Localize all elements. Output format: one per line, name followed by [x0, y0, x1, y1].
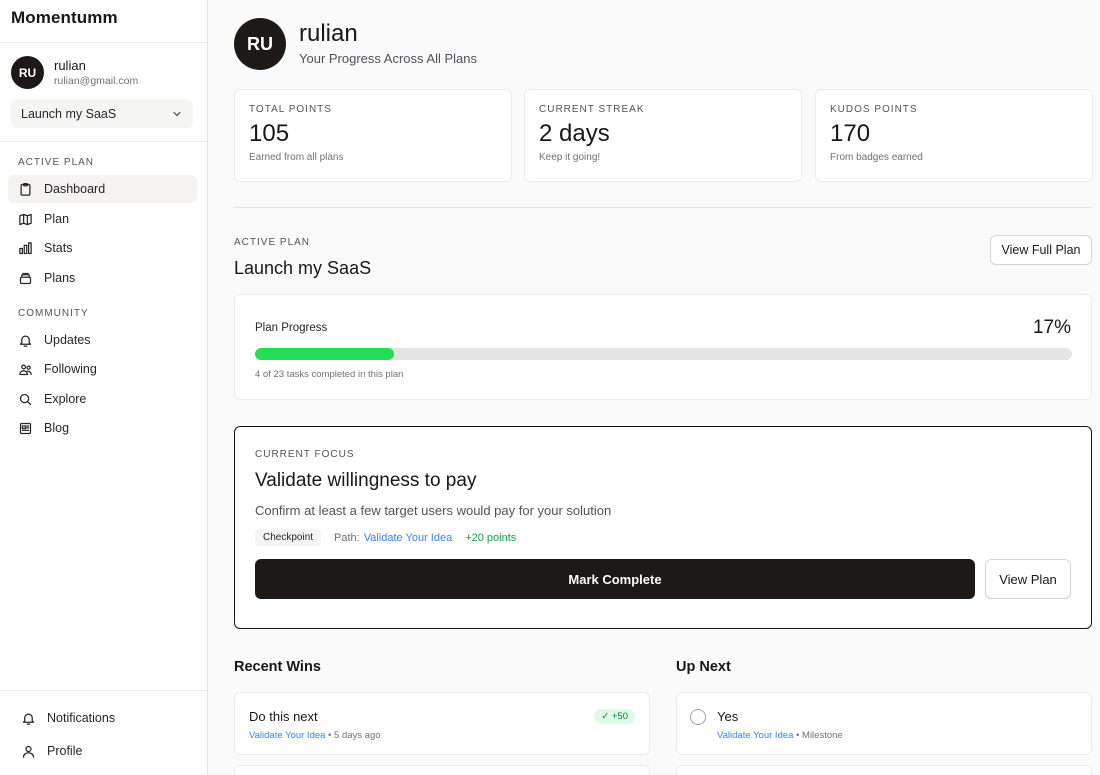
page-title: rulian	[299, 20, 358, 47]
newspaper-icon	[19, 422, 32, 434]
page-subtitle: Your Progress Across All Plans	[299, 51, 477, 66]
stat-label: TOTAL POINTS	[249, 104, 332, 115]
task-checkbox[interactable]	[690, 709, 706, 725]
up-next-item[interactable]: Yes Validate Your Idea • Milestone	[676, 692, 1092, 755]
sidebar-item-label: Following	[44, 362, 97, 376]
progress-bar	[255, 348, 1072, 360]
recent-win-meta: Validate Your Idea • 5 days ago	[249, 730, 381, 741]
up-next-type: Milestone	[802, 730, 843, 741]
sidebar: Momentumm RU rulian rulian@gmail.com Lau…	[0, 0, 208, 775]
sidebar-item-updates[interactable]: Updates	[8, 326, 197, 354]
stat-value: 170	[830, 120, 871, 147]
recent-win-time: 5 days ago	[334, 730, 381, 741]
stat-hint: From badges earned	[830, 152, 923, 163]
current-focus-card: CURRENT FOCUS Validate willingness to pa…	[234, 426, 1092, 629]
meta-separator: •	[325, 730, 335, 741]
brand-logo[interactable]: Momentumm	[11, 8, 118, 28]
active-plan-label: ACTIVE PLAN	[234, 237, 311, 248]
current-focus-label: CURRENT FOCUS	[255, 449, 355, 460]
up-next-title: Up Next	[676, 659, 731, 675]
sidebar-item-label: Explore	[44, 392, 87, 406]
sidebar-item-label: Stats	[44, 241, 73, 255]
view-full-plan-button[interactable]: View Full Plan	[990, 235, 1092, 265]
bell-icon	[22, 713, 35, 725]
plan-progress-percent: 17%	[1032, 317, 1071, 338]
sidebar-item-notifications[interactable]: Notifications	[11, 704, 200, 732]
stat-label: KUDOS POINTS	[830, 104, 918, 115]
sidebar-item-dashboard[interactable]: Dashboard	[8, 175, 197, 203]
user-email: rulian@gmail.com	[54, 74, 139, 87]
plan-progress-label: Plan Progress	[255, 322, 328, 334]
stat-card-total-points: TOTAL POINTS 105 Earned from all plans	[234, 89, 512, 182]
current-focus-description: Confirm at least a few target users woul…	[255, 503, 612, 518]
clipboard-icon	[20, 182, 31, 196]
stat-card-kudos-points: KUDOS POINTS 170 From badges earned	[815, 89, 1093, 182]
sidebar-item-plan[interactable]: Plan	[8, 205, 197, 233]
up-next-title-text: Yes	[717, 709, 739, 724]
view-plan-button[interactable]: View Plan	[985, 559, 1071, 599]
current-focus-meta: Checkpoint Path: Validate Your Idea +20 …	[255, 529, 516, 546]
checkpoint-chip: Checkpoint	[255, 529, 322, 546]
recent-win-item[interactable]	[234, 765, 650, 775]
sidebar-item-plans[interactable]: Plans	[8, 264, 197, 292]
sidebar-item-explore[interactable]: Explore	[8, 385, 197, 413]
path-link[interactable]: Validate Your Idea	[364, 532, 452, 544]
stat-hint: Keep it going!	[539, 152, 601, 163]
plan-select-value: Launch my SaaS	[21, 106, 117, 121]
bar-chart-icon	[19, 241, 32, 254]
sidebar-item-label: Plan	[44, 212, 70, 226]
sidebar-divider	[0, 141, 207, 142]
plan-progress-card: Plan Progress 17% 4 of 23 tasks complete…	[234, 294, 1092, 400]
stat-value: 105	[249, 120, 290, 147]
sidebar-item-blog[interactable]: Blog	[8, 414, 197, 442]
community-section-label: COMMUNITY	[18, 308, 89, 319]
profile-avatar: RU	[234, 18, 286, 70]
points-reward: +20 points	[465, 531, 517, 544]
progress-bar-fill	[255, 348, 394, 360]
active-plan-section-label: ACTIVE PLAN	[18, 157, 95, 168]
sidebar-divider	[0, 690, 207, 691]
sidebar-item-label: Dashboard	[44, 182, 106, 196]
users-icon	[19, 364, 32, 375]
sidebar-item-stats[interactable]: Stats	[8, 234, 197, 262]
section-divider	[234, 207, 1092, 208]
map-icon	[19, 213, 32, 225]
avatar: RU	[11, 56, 44, 89]
plan-progress-hint: 4 of 23 tasks completed in this plan	[255, 369, 404, 380]
sidebar-item-label: Plans	[44, 271, 76, 285]
path-link[interactable]: Validate Your Idea	[249, 730, 325, 741]
sidebar-item-label: Profile	[47, 744, 83, 758]
points-badge: ✓ +50	[594, 709, 635, 724]
stat-value: 2 days	[539, 120, 610, 147]
path-prefix: Path:	[334, 531, 360, 544]
main-content: RU rulian Your Progress Across All Plans…	[208, 0, 1100, 775]
recent-wins-title: Recent Wins	[234, 659, 321, 675]
active-plan-title: Launch my SaaS	[234, 258, 372, 278]
sidebar-user[interactable]: RU rulian rulian@gmail.com	[11, 56, 138, 89]
up-next-meta: Validate Your Idea • Milestone	[717, 730, 843, 741]
bell-icon	[19, 335, 32, 347]
sidebar-item-label: Updates	[44, 333, 91, 347]
mark-complete-button[interactable]: Mark Complete	[255, 559, 975, 599]
sidebar-item-following[interactable]: Following	[8, 355, 197, 383]
sidebar-item-profile[interactable]: Profile	[11, 737, 200, 765]
sidebar-item-label: Notifications	[47, 711, 116, 725]
current-focus-title: Validate willingness to pay	[255, 470, 477, 491]
user-icon	[22, 745, 35, 758]
search-icon	[19, 393, 32, 405]
sidebar-item-label: Blog	[44, 421, 70, 435]
stack-icon	[19, 272, 32, 284]
user-name: rulian	[54, 57, 86, 73]
recent-win-item[interactable]: Do this next ✓ +50 Validate Your Idea • …	[234, 692, 650, 755]
stat-card-current-streak: CURRENT STREAK 2 days Keep it going!	[524, 89, 802, 182]
stat-label: CURRENT STREAK	[539, 104, 645, 115]
path-link[interactable]: Validate Your Idea	[717, 730, 793, 741]
chevron-down-icon	[173, 111, 181, 116]
sidebar-divider	[0, 42, 207, 43]
meta-separator: •	[793, 730, 803, 741]
stat-hint: Earned from all plans	[249, 152, 344, 163]
plan-select[interactable]: Launch my SaaS	[11, 99, 193, 128]
up-next-item[interactable]	[676, 765, 1092, 775]
recent-win-title: Do this next	[249, 709, 318, 724]
